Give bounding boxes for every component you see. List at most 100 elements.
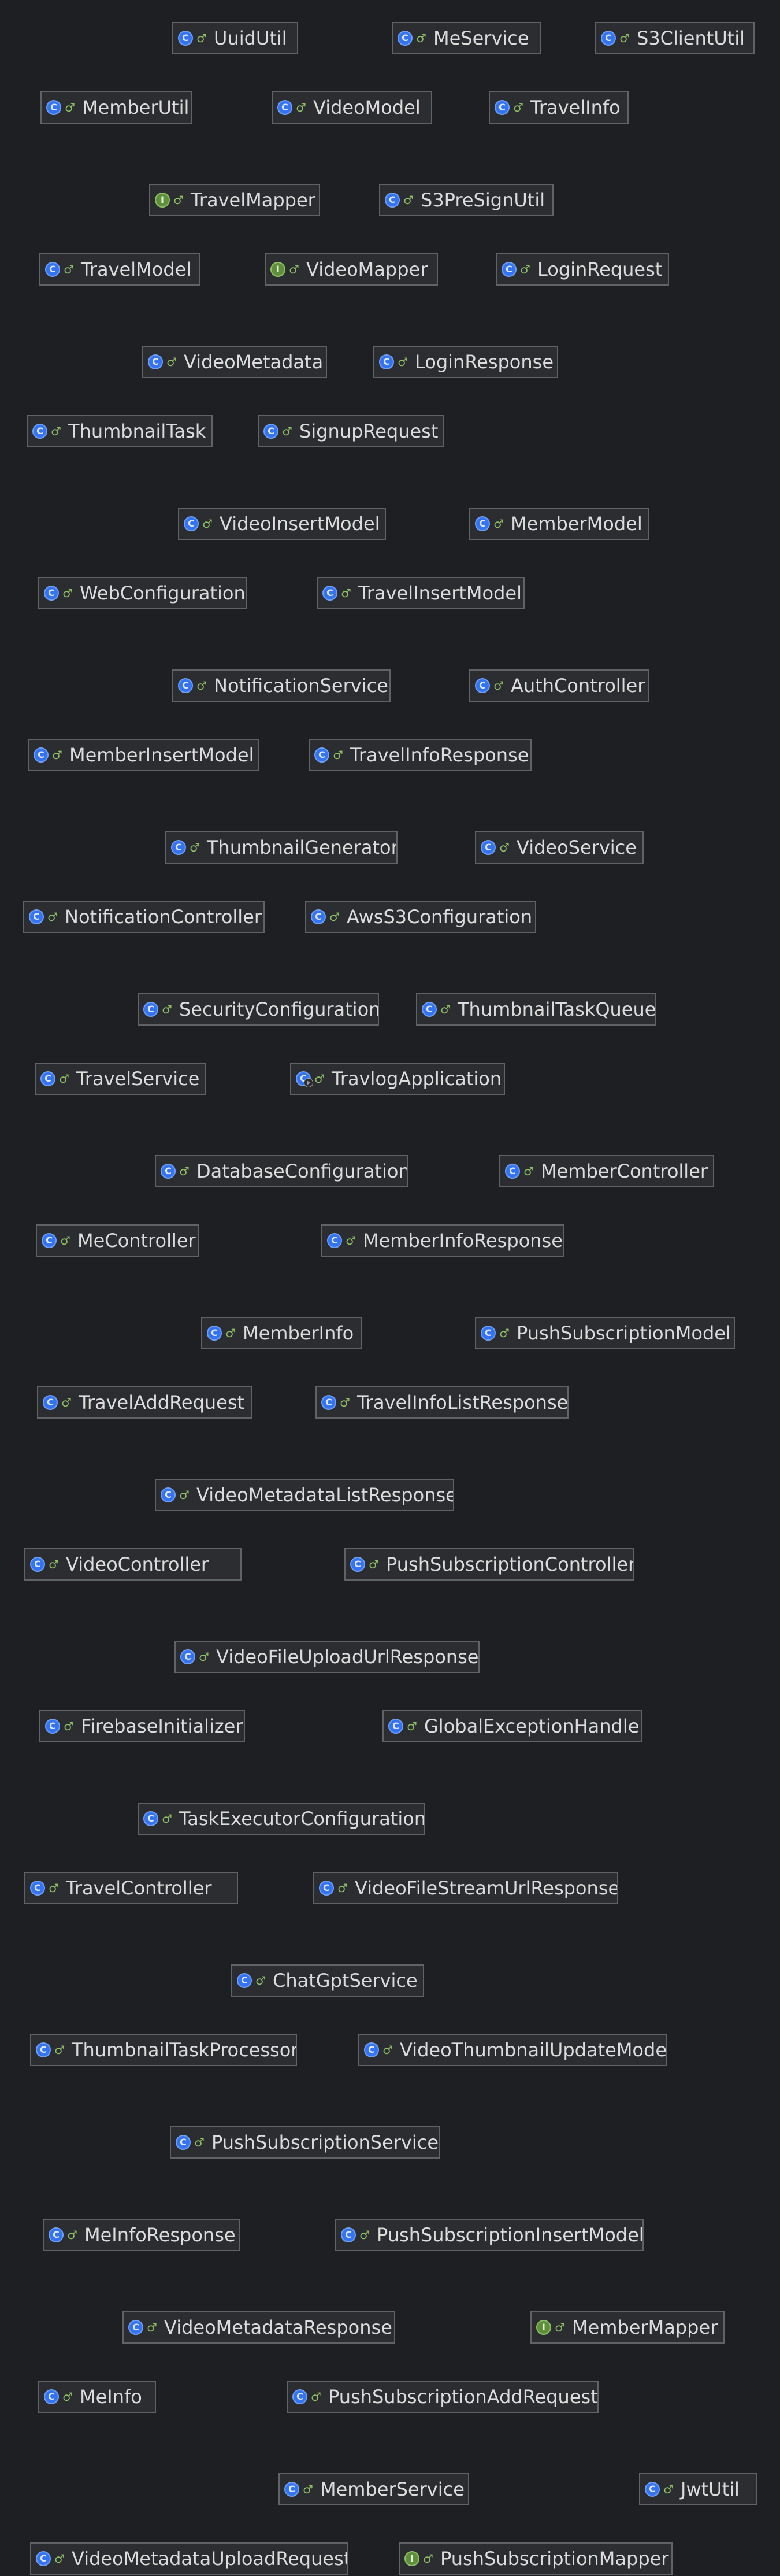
class-node-global-exception-handler[interactable]: C ♂ GlobalExceptionHandler — [382, 1710, 642, 1742]
class-node-video-file-upload-url-response[interactable]: C ♂ VideoFileUploadUrlResponse — [174, 1641, 480, 1673]
class-icon: C — [128, 2320, 143, 2335]
class-node-s3-presign-util[interactable]: C ♂ S3PreSignUtil — [379, 184, 554, 216]
class-icon: C — [364, 2042, 379, 2057]
class-node-travel-mapper[interactable]: I ♂ TravelMapper — [149, 184, 320, 216]
class-node-login-response[interactable]: C ♂ LoginResponse — [373, 346, 558, 378]
class-node-member-info-response[interactable]: C ♂ MemberInfoResponse — [321, 1224, 564, 1257]
class-node-task-executor-configuration[interactable]: C ♂ TaskExecutorConfiguration — [138, 1803, 425, 1835]
class-node-push-subscription-mapper[interactable]: I ♂ PushSubscriptionMapper — [399, 2542, 673, 2575]
class-node-thumbnail-task-processor[interactable]: C ♂ ThumbnailTaskProcessor — [30, 2034, 297, 2066]
class-icon: C — [176, 2135, 191, 2150]
class-icon: C — [207, 1326, 222, 1341]
class-node-travel-model[interactable]: C ♂ TravelModel — [39, 253, 200, 286]
class-icon: C — [311, 909, 326, 924]
class-name-label: UuidUtil — [214, 27, 287, 49]
class-node-video-controller[interactable]: C ♂ VideoController — [24, 1548, 242, 1581]
class-icon: C — [327, 1233, 342, 1248]
public-visibility-icon: ♂ — [311, 2390, 321, 2404]
class-node-thumbnail-generator[interactable]: C ♂ ThumbnailGenerator — [165, 831, 398, 864]
class-icon: C — [178, 678, 193, 693]
public-visibility-icon: ♂ — [52, 748, 62, 762]
public-visibility-icon: ♂ — [64, 1719, 74, 1733]
class-icon: C — [319, 1881, 334, 1896]
class-node-notification-controller[interactable]: C ♂ NotificationController — [23, 901, 265, 933]
public-visibility-icon: ♂ — [190, 841, 200, 854]
class-node-travel-service[interactable]: C ♂ TravelService — [35, 1063, 206, 1095]
class-icon: C — [143, 1002, 158, 1017]
class-icon: C — [481, 840, 496, 855]
class-node-video-file-stream-url-response[interactable]: C ♂ VideoFileStreamUrlResponse — [313, 1872, 618, 1904]
class-icon: C — [36, 2551, 51, 2566]
class-node-member-info[interactable]: C ♂ MemberInfo — [201, 1317, 362, 1349]
class-node-me-info-response[interactable]: C ♂ MeInfoResponse — [43, 2219, 240, 2251]
class-node-travel-info-list-response[interactable]: C ♂ TravelInfoListResponse — [315, 1386, 569, 1419]
public-visibility-icon: ♂ — [255, 1974, 266, 1987]
class-node-video-service[interactable]: C ♂ VideoService — [475, 831, 644, 864]
class-icon: C — [601, 31, 616, 46]
class-node-video-mapper[interactable]: I ♂ VideoMapper — [265, 253, 438, 286]
class-node-me-service[interactable]: C ♂ MeService — [392, 22, 541, 54]
class-node-web-configuration[interactable]: C ♂ WebConfiguration — [38, 577, 247, 609]
class-name-label: PushSubscriptionAddRequest — [328, 2386, 598, 2408]
class-icon: C — [475, 516, 490, 531]
public-visibility-icon: ♂ — [555, 2320, 565, 2334]
class-node-push-subscription-add-request[interactable]: C ♂ PushSubscriptionAddRequest — [287, 2381, 599, 2413]
class-node-travel-info[interactable]: C ♂ TravelInfo — [489, 91, 629, 124]
class-node-database-configuration[interactable]: C ♂ DatabaseConfiguration — [155, 1155, 408, 1187]
class-node-me-info[interactable]: C ♂ MeInfo — [38, 2381, 156, 2413]
class-node-video-metadata[interactable]: C ♂ VideoMetadata — [142, 346, 327, 378]
class-node-member-mapper[interactable]: I ♂ MemberMapper — [530, 2311, 725, 2344]
class-node-uuid-util[interactable]: C ♂ UuidUtil — [172, 22, 298, 54]
class-node-thumbnail-task-queue[interactable]: C ♂ ThumbnailTaskQueue — [416, 993, 656, 1026]
class-icon: C — [388, 1719, 403, 1734]
class-node-signup-request[interactable]: C ♂ SignupRequest — [258, 415, 444, 447]
class-name-label: TravelInfo — [530, 97, 621, 119]
class-node-firebase-initializer[interactable]: C ♂ FirebaseInitializer — [39, 1710, 245, 1742]
class-node-member-model[interactable]: C ♂ MemberModel — [469, 508, 649, 540]
class-node-login-request[interactable]: C ♂ LoginRequest — [496, 253, 669, 286]
public-visibility-icon: ♂ — [369, 1557, 379, 1571]
class-node-jwt-util[interactable]: C ♂ JwtUtil — [639, 2473, 757, 2505]
class-node-video-insert-model[interactable]: C ♂ VideoInsertModel — [178, 508, 386, 540]
class-name-label: AuthController — [511, 675, 645, 697]
class-node-member-controller[interactable]: C ♂ MemberController — [499, 1155, 714, 1187]
class-node-thumbnail-task[interactable]: C ♂ ThumbnailTask — [27, 415, 213, 447]
class-name-label: S3ClientUtil — [637, 27, 745, 49]
class-name-label: ChatGptService — [273, 1970, 418, 1992]
class-node-s3-client-util[interactable]: C ♂ S3ClientUtil — [595, 22, 755, 54]
class-node-aws-s3-configuration[interactable]: C ♂ AwsS3Configuration — [305, 901, 536, 933]
class-node-member-insert-model[interactable]: C ♂ MemberInsertModel — [28, 739, 259, 771]
class-icon: C — [30, 1881, 45, 1896]
class-node-push-subscription-controller[interactable]: C ♂ PushSubscriptionController — [344, 1548, 634, 1581]
public-visibility-icon: ♂ — [398, 355, 408, 369]
class-node-video-thumbnail-update-model[interactable]: C ♂ VideoThumbnailUpdateModel — [358, 2034, 667, 2066]
class-node-travlog-application[interactable]: C ♂ TravlogApplication — [290, 1063, 505, 1095]
class-node-travel-controller[interactable]: C ♂ TravelController — [24, 1872, 238, 1904]
public-visibility-icon: ♂ — [499, 1326, 510, 1340]
class-node-video-metadata-list-response[interactable]: C ♂ VideoMetadataListResponse — [155, 1479, 454, 1511]
class-node-chat-gpt-service[interactable]: C ♂ ChatGptService — [231, 1964, 424, 1997]
public-visibility-icon: ♂ — [440, 1002, 451, 1016]
class-node-video-model[interactable]: C ♂ VideoModel — [272, 91, 432, 124]
class-node-video-metadata-response[interactable]: C ♂ VideoMetadataResponse — [122, 2311, 395, 2344]
public-visibility-icon: ♂ — [314, 1072, 325, 1086]
class-node-push-subscription-service[interactable]: C ♂ PushSubscriptionService — [170, 2126, 440, 2159]
class-node-auth-controller[interactable]: C ♂ AuthController — [469, 669, 649, 702]
class-node-travel-insert-model[interactable]: C ♂ TravelInsertModel — [317, 577, 525, 609]
class-node-push-subscription-model[interactable]: C ♂ PushSubscriptionModel — [475, 1317, 735, 1349]
class-node-travel-add-request[interactable]: C ♂ TravelAddRequest — [37, 1386, 252, 1419]
class-node-video-metadata-upload-request[interactable]: C ♂ VideoMetadataUploadRequest — [30, 2542, 348, 2575]
class-node-push-subscription-insert-model[interactable]: C ♂ PushSubscriptionInsertModel — [335, 2219, 644, 2251]
class-name-label: WebConfiguration — [80, 582, 246, 604]
class-node-member-service[interactable]: C ♂ MemberService — [278, 2473, 469, 2505]
class-node-security-configuration[interactable]: C ♂ SecurityConfiguration — [138, 993, 379, 1026]
class-node-me-controller[interactable]: C ♂ MeController — [36, 1224, 199, 1257]
class-icon: C — [148, 354, 163, 369]
class-icon: C — [322, 586, 337, 601]
public-visibility-icon: ♂ — [296, 101, 306, 114]
class-icon: C — [40, 1071, 55, 1086]
class-node-notification-service[interactable]: C ♂ NotificationService — [172, 669, 391, 702]
class-node-travel-info-response[interactable]: C ♂ TravelInfoResponse — [309, 739, 532, 771]
class-name-label: TravelInfoListResponse — [357, 1391, 569, 1413]
class-node-member-util[interactable]: C ♂ MemberUtil — [40, 91, 192, 124]
